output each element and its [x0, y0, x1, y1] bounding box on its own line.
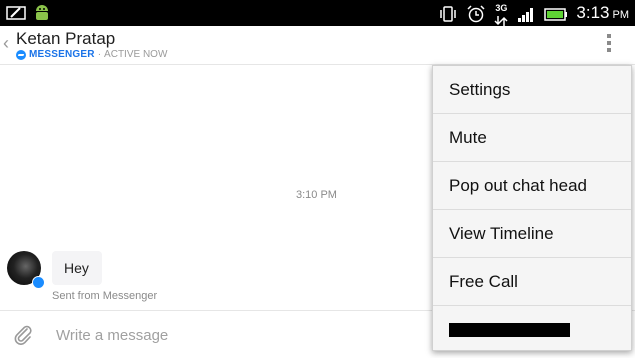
message-bubble[interactable]: Hey	[52, 251, 102, 285]
back-chevron-icon[interactable]: ‹	[3, 34, 9, 52]
presence-line: MESSENGER · ACTIVE NOW	[16, 49, 167, 60]
conversation-header: ‹ Ketan Pratap MESSENGER · ACTIVE NOW	[0, 26, 635, 65]
source-label: MESSENGER	[29, 49, 95, 60]
message-input[interactable]	[54, 321, 418, 349]
signal-icon	[516, 4, 536, 24]
status-bar: 3G 3:13 PM	[0, 0, 635, 26]
message-timestamp: 3:10 PM	[296, 189, 337, 201]
battery-icon	[544, 4, 568, 24]
alarm-icon	[466, 4, 486, 24]
contact-name[interactable]: Ketan Pratap	[16, 29, 115, 49]
menu-item-settings[interactable]: Settings	[433, 66, 631, 114]
menu-item-redacted[interactable]	[433, 306, 631, 354]
menu-item-free-call[interactable]: Free Call	[433, 258, 631, 306]
status-time: 3:13 PM	[576, 3, 629, 22]
menu-item-pop-out-chat-head[interactable]: Pop out chat head	[433, 162, 631, 210]
messenger-icon	[16, 49, 26, 60]
overflow-menu: Settings Mute Pop out chat head View Tim…	[432, 65, 632, 351]
paperclip-icon[interactable]	[12, 323, 34, 345]
message-footer: Sent from Messenger	[52, 290, 158, 302]
redaction-bar	[449, 323, 570, 337]
data-arrows-icon: 3G	[494, 4, 508, 26]
separator: ·	[97, 49, 102, 60]
messenger-badge-icon	[32, 276, 45, 289]
android-icon	[32, 3, 52, 23]
message-text: Hey	[64, 260, 89, 276]
presence-status: ACTIVE NOW	[104, 49, 168, 60]
menu-item-mute[interactable]: Mute	[433, 114, 631, 162]
vibrate-icon	[438, 4, 458, 24]
overflow-menu-icon[interactable]	[607, 34, 613, 52]
menu-item-view-timeline[interactable]: View Timeline	[433, 210, 631, 258]
pen-icon	[6, 3, 26, 23]
